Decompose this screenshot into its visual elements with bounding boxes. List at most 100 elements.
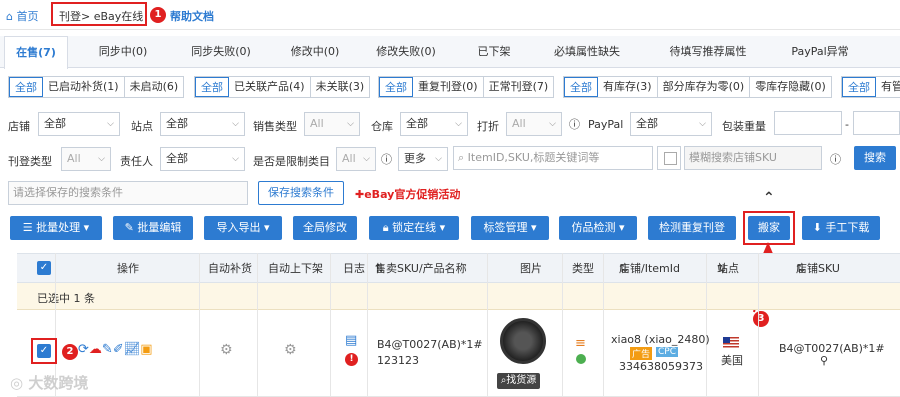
stack-icon: ≡ <box>575 336 586 351</box>
relation-filter: 全部 已关联产品(4) 未关联(3) <box>194 76 371 98</box>
help-icon[interactable]: ⓘ <box>381 151 392 167</box>
tag-manage-button[interactable]: 标签管理 ▾ <box>471 216 549 240</box>
filter-zero-hidden[interactable]: 零库存隐藏(0) <box>750 77 831 97</box>
filter-all[interactable]: 全部 <box>379 77 413 97</box>
row-itemid-link[interactable]: 334638059373 <box>619 360 703 373</box>
saved-search-select[interactable]: 请选择保存的搜索条件 <box>8 181 248 205</box>
product-image[interactable] <box>500 318 546 364</box>
row-store-name: xiao8 <box>611 333 642 346</box>
sync-icon[interactable]: ⟳ <box>78 342 89 357</box>
select-all-checkbox[interactable]: ✓ <box>37 261 51 275</box>
warehouse-select[interactable]: 全部 ⌵ <box>400 112 468 136</box>
filter-partial-zero[interactable]: 部分库存为零(0) <box>658 77 751 97</box>
more-select[interactable]: 更多 ⌵ <box>398 147 448 171</box>
global-modify-button[interactable]: 全局修改 <box>293 216 357 240</box>
keyword-search-input[interactable]: ⌕ ItemID,SKU,标题关键词等 <box>453 146 653 170</box>
tab-required-missing[interactable]: 必填属性缺失 <box>542 36 632 68</box>
col-divider <box>257 253 258 397</box>
site-select[interactable]: 全部 ⌵ <box>160 112 245 136</box>
fuzzy-checkbox[interactable] <box>664 152 677 165</box>
filter-extra[interactable]: 有管 <box>876 77 900 97</box>
import-export-button[interactable]: 导入导出 ▾ <box>204 216 282 240</box>
more-icon[interactable]: ▣ <box>140 342 152 357</box>
link-icon[interactable]: ⚲ <box>820 354 828 367</box>
counterfeit-check-button[interactable]: 仿品检测 ▾ <box>559 216 637 240</box>
save-search-button[interactable]: 保存搜索条件 <box>258 181 344 205</box>
tab-paypal-error[interactable]: PayPal异常 <box>780 36 860 68</box>
help-doc-link[interactable]: 帮助文档 <box>170 8 214 24</box>
col-auto-replenish: 自动补货 <box>208 262 252 275</box>
gear-icon[interactable]: ⚙ <box>220 342 233 358</box>
batch-edit-button[interactable]: ✎ 批量编辑 <box>113 216 193 240</box>
filter-replenish-off[interactable]: 未启动(6) <box>125 77 184 97</box>
collapse-chevron-icon[interactable]: ⌃ <box>763 190 775 206</box>
tab-modifying[interactable]: 修改中(0) <box>280 36 350 68</box>
duplicate-filter: 全部 重复刊登(0) 正常刊登(7) <box>378 76 555 98</box>
star-icon: ✚ <box>355 188 365 201</box>
cloud-upload-icon[interactable]: ☁ <box>89 342 102 357</box>
tab-on-sale[interactable]: 在售(7) <box>4 36 68 69</box>
row-sku-link[interactable]: B4@T0027(AB)*1# <box>377 338 483 351</box>
filter-all[interactable]: 全部 <box>195 77 229 97</box>
watermark-logo-icon: ◎ <box>10 374 24 392</box>
paypal-label: PayPal <box>588 118 624 131</box>
store-select[interactable]: 全部 ⌵ <box>38 112 120 136</box>
log-file-icon[interactable]: ▤ <box>345 333 357 348</box>
paypal-select[interactable]: 全部 ⌵ <box>630 112 712 136</box>
search-button[interactable]: 搜索 <box>854 146 896 170</box>
move-button[interactable]: 搬家 <box>748 216 790 240</box>
col-auto-listing: 自动上下架 <box>268 262 323 275</box>
warehouse-value: 全部 <box>406 117 428 130</box>
filter-duplicate[interactable]: 重复刊登(0) <box>413 77 484 97</box>
help-icon[interactable]: ⓘ <box>830 151 841 167</box>
row-store-link[interactable]: xiao8 (xiao_2480) <box>611 333 710 346</box>
lock-icon: 🔒︎ <box>382 221 389 234</box>
filter-all[interactable]: 全部 <box>9 77 43 97</box>
tag-manage-label: 标签管理 <box>483 221 528 234</box>
weight-min-input[interactable] <box>774 111 842 135</box>
listing-type-select[interactable]: All ⌵ <box>61 147 111 171</box>
watermark-text: 大数跨境 <box>28 374 89 392</box>
sale-type-select[interactable]: All ⌵ <box>304 112 360 136</box>
weight-label: 包装重量 <box>722 120 766 133</box>
filter-normal[interactable]: 正常刊登(7) <box>484 77 554 97</box>
filter-in-stock[interactable]: 有库存(3) <box>598 77 658 97</box>
owner-select[interactable]: 全部 ⌵ <box>160 147 245 171</box>
tab-sync-failed[interactable]: 同步失败(0) <box>176 36 266 68</box>
help-icon[interactable]: ⓘ <box>569 116 580 132</box>
home-link[interactable]: ⌂ 首页 <box>6 8 38 24</box>
weight-max-input[interactable] <box>853 111 900 135</box>
sort-icon: ⇅ <box>796 262 806 275</box>
listing-type-label: 刊登类型 <box>8 155 52 168</box>
filter-all[interactable]: 全部 <box>842 77 876 97</box>
duplicate-check-button[interactable]: 检测重复刊登 <box>648 216 736 240</box>
find-source-button[interactable]: ⌕找货源 <box>497 373 540 389</box>
sort-icon: ⇅ <box>619 262 629 275</box>
tab-delisted[interactable]: 已下架 <box>466 36 522 68</box>
breadcrumb-current: 刊登> eBay在线 <box>51 2 147 26</box>
fuzzy-sku-input[interactable]: 模糊搜索店铺SKU <box>684 146 822 170</box>
ebay-promo-link[interactable]: ✚eBay官方促销活动 <box>355 186 460 202</box>
limited-category-select[interactable]: All ⌵ <box>336 147 376 171</box>
discount-select[interactable]: All ⌵ <box>506 112 562 136</box>
row-checkbox[interactable]: ✓ <box>37 344 51 358</box>
filter-replenish-on[interactable]: 已启动补货(1) <box>43 77 125 97</box>
ad-badge: 广告 <box>630 347 653 360</box>
chevron-down-icon: ⌵ <box>549 119 556 129</box>
row-store-sku[interactable]: B4@T0027(AB)*1# <box>779 342 885 355</box>
pencil-icon[interactable]: ✐ <box>113 342 124 357</box>
chart-icon[interactable]: 📈︎ <box>124 342 141 357</box>
lock-online-button[interactable]: 🔒︎ 锁定在线 ▾ <box>369 216 459 240</box>
gear-icon[interactable]: ⚙ <box>284 342 297 358</box>
edit-icon[interactable]: ✎ <box>102 342 113 357</box>
col-divider <box>706 253 707 397</box>
manual-download-button[interactable]: ⬇ 手工下载 <box>802 216 880 240</box>
batch-process-button[interactable]: ☰ 批量处理 ▾ <box>10 216 102 240</box>
chevron-down-icon: ⌵ <box>699 119 706 129</box>
tab-modify-failed[interactable]: 修改失败(0) <box>366 36 446 68</box>
filter-linked[interactable]: 已关联产品(4) <box>229 77 311 97</box>
filter-unlinked[interactable]: 未关联(3) <box>311 77 370 97</box>
filter-all[interactable]: 全部 <box>564 77 598 97</box>
tab-syncing[interactable]: 同步中(0) <box>82 36 164 68</box>
tab-recommended-attrs[interactable]: 待填写推荐属性 <box>650 36 766 68</box>
